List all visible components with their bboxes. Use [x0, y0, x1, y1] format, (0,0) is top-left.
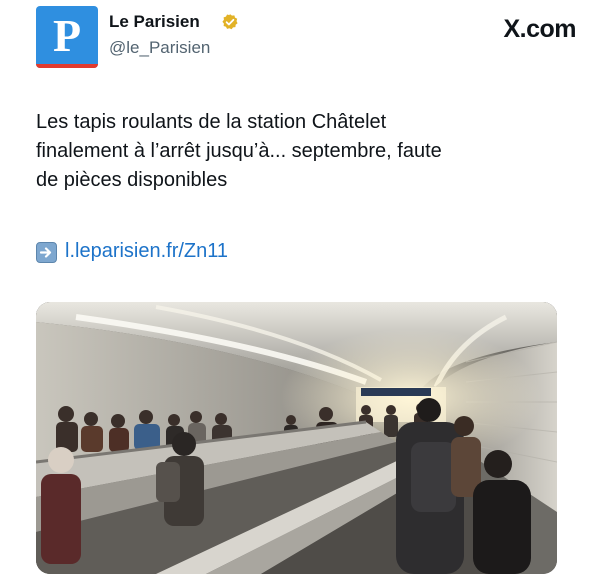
account-handle[interactable]: @le_Parisien [109, 38, 210, 58]
tweet-text: Les tapis roulants de la station Châtele… [36, 108, 576, 195]
tweet-header: P Le Parisien @le_Parisien X.com [36, 6, 576, 68]
avatar-letter: P [52, 10, 82, 61]
avatar[interactable]: P [36, 6, 98, 68]
tweet-text-line-2: finalement à l’arrêt jusqu’à... septembr… [36, 140, 442, 162]
tweet-text-line-3: de pièces disponibles [36, 169, 228, 191]
verified-badge-icon [222, 14, 238, 30]
tweet-text-line-1: Les tapis roulants de la station Châtele… [36, 111, 387, 133]
subway-photo-image [36, 302, 557, 574]
tweet-photo[interactable] [36, 302, 557, 574]
link-url[interactable]: l.leparisien.fr/Zn11 [65, 240, 228, 263]
account-name[interactable]: Le Parisien [109, 12, 200, 32]
x-com-logo: X.com [503, 15, 576, 43]
avatar-stripe [36, 64, 98, 68]
right-arrow-icon [36, 242, 57, 263]
